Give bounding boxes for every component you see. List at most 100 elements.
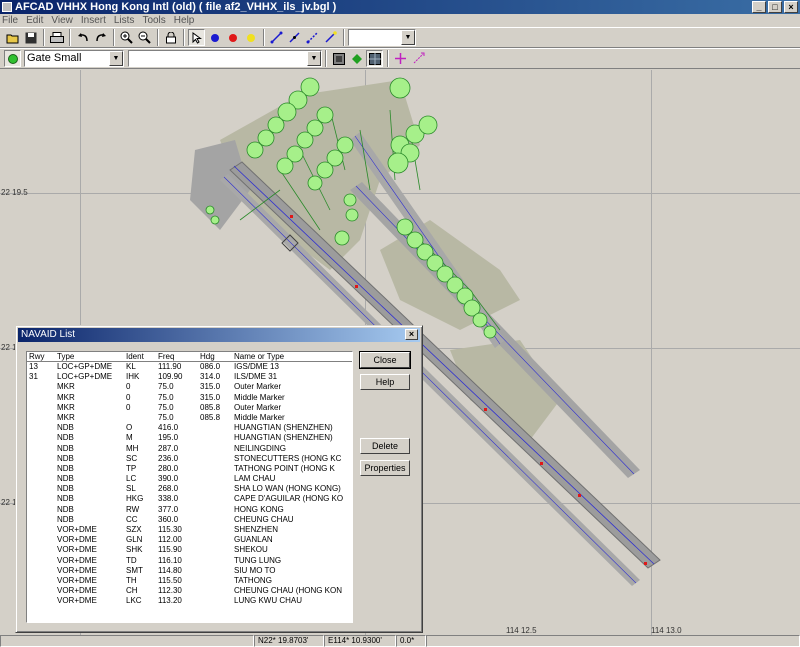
list-item[interactable]: 13 LOC+GP+DME KL 111.90 086.0 IGS/DME 13 [27, 362, 352, 372]
red-node-icon[interactable] [224, 29, 241, 46]
col-ident[interactable]: Ident [126, 352, 158, 361]
menu-file[interactable]: File [2, 15, 18, 26]
save-icon[interactable] [22, 29, 39, 46]
list-item[interactable]: NDB SL 268.0 SHA LO WAN (HONG KONG) [27, 484, 352, 494]
list-cell [200, 596, 234, 606]
object-type-combo[interactable]: Gate Small ▼ [24, 50, 124, 67]
zoom-out-icon[interactable] [136, 29, 153, 46]
list-cell [27, 576, 57, 586]
list-item[interactable]: VOR+DME SMT 114.80 SIU MO TO [27, 566, 352, 576]
menu-insert[interactable]: Insert [81, 15, 106, 26]
link-path-icon[interactable] [286, 29, 303, 46]
help-button[interactable]: Help [360, 374, 410, 390]
navaid-listbox[interactable]: Rwy Type Ident Freq Hdg Name or Type 13 L… [26, 351, 353, 623]
redo-icon[interactable] [92, 29, 109, 46]
list-item[interactable]: 31 LOC+GP+DME IHK 109.90 314.0 ILS/DME 31 [27, 372, 352, 382]
yellow-node-icon[interactable] [242, 29, 259, 46]
list-cell [200, 474, 234, 484]
open-icon[interactable] [4, 29, 21, 46]
list-item[interactable]: NDB O 416.0 HUANGTIAN (SHENZHEN) [27, 423, 352, 433]
list-item[interactable]: NDB SC 236.0 STONECUTTERS (HONG KC [27, 454, 352, 464]
list-cell: 287.0 [158, 443, 179, 453]
toolbar-combo[interactable]: ▼ [348, 29, 416, 46]
list-cell: M [126, 433, 133, 443]
menu-view[interactable]: View [51, 15, 73, 26]
lock-icon[interactable] [162, 29, 179, 46]
menu-lists[interactable]: Lists [114, 15, 135, 26]
green-diamond-icon[interactable] [348, 50, 365, 67]
list-cell: SMT [126, 565, 143, 575]
select-arrow-icon[interactable] [188, 29, 205, 46]
list-item[interactable]: NDB LC 390.0 LAM CHAU [27, 474, 352, 484]
list-item[interactable]: VOR+DME TD 116.10 TUNG LUNG [27, 556, 352, 566]
print-icon[interactable] [48, 29, 65, 46]
link-dashed-icon[interactable] [304, 29, 321, 46]
texture-icon[interactable] [366, 50, 383, 67]
list-cell: 315.0 [200, 382, 221, 392]
undo-icon[interactable] [74, 29, 91, 46]
maximize-button[interactable]: □ [768, 1, 782, 13]
grid-square-icon[interactable] [330, 50, 347, 67]
list-cell: 75.0 [158, 382, 174, 392]
list-cell: CHEUNG CHAU (HONG KON [234, 586, 343, 596]
list-cell: SHA LO WAN (HONG KONG) [234, 484, 341, 494]
close-button[interactable]: Close [359, 351, 411, 369]
list-item[interactable]: VOR+DME SHK 115.90 SHEKOU [27, 545, 352, 555]
list-cell: MKR [57, 392, 75, 402]
crosshair-icon[interactable] [392, 50, 409, 67]
list-item[interactable]: NDB TP 280.0 TATHONG POINT (HONG K [27, 464, 352, 474]
list-cell: HKG [126, 494, 144, 504]
menu-edit[interactable]: Edit [26, 15, 43, 26]
list-cell: 116.10 [158, 555, 182, 565]
link-blue-icon[interactable] [268, 29, 285, 46]
dialog-close-icon[interactable]: × [405, 329, 418, 340]
list-cell: 085.8 [200, 412, 221, 422]
col-name[interactable]: Name or Type [234, 352, 349, 361]
list-item[interactable]: VOR+DME CH 112.30 CHEUNG CHAU (HONG KON [27, 586, 352, 596]
col-type[interactable]: Type [57, 352, 126, 361]
menu-tools[interactable]: Tools [142, 15, 165, 26]
list-cell: SC [126, 453, 138, 463]
minimize-button[interactable]: _ [752, 1, 766, 13]
link-yellow-icon[interactable] [322, 29, 339, 46]
list-item[interactable]: VOR+DME TH 115.50 TATHONG [27, 576, 352, 586]
zoom-in-icon[interactable] [118, 29, 135, 46]
list-item[interactable]: NDB HKG 338.0 CAPE D'AGUILAR (HONG KO [27, 494, 352, 504]
list-cell: 085.8 [200, 402, 221, 412]
col-rwy[interactable]: Rwy [27, 352, 57, 361]
list-cell [27, 556, 57, 566]
list-cell: VOR+DME [57, 525, 97, 534]
list-cell: 0 [126, 402, 131, 412]
list-item[interactable]: NDB CC 360.0 CHEUNG CHAU [27, 515, 352, 525]
list-item[interactable]: VOR+DME GLN 112.00 GUANLAN [27, 535, 352, 545]
col-freq[interactable]: Freq [158, 352, 200, 361]
list-item[interactable]: VOR+DME LKC 113.20 LUNG KWU CHAU [27, 596, 352, 606]
blue-node-icon[interactable] [206, 29, 223, 46]
list-item[interactable]: VOR+DME SZX 115.30 SHENZHEN [27, 525, 352, 535]
menu-help[interactable]: Help [174, 15, 195, 26]
close-window-button[interactable]: × [784, 1, 798, 13]
list-cell: 390.0 [158, 474, 179, 484]
list-cell [27, 596, 57, 606]
list-item[interactable]: MKR 0 75.0 085.8 Outer Marker [27, 403, 352, 413]
secondary-combo[interactable]: ▼ [128, 50, 322, 67]
list-cell: Middle Marker [234, 412, 285, 422]
list-item[interactable]: NDB MH 287.0 NEILINGDING [27, 444, 352, 454]
list-cell [200, 505, 234, 515]
list-item[interactable]: MKR 0 75.0 315.0 Middle Marker [27, 393, 352, 403]
properties-button[interactable]: Properties [360, 460, 410, 476]
delete-button[interactable]: Delete [360, 438, 410, 454]
col-hdg[interactable]: Hdg [200, 352, 234, 361]
list-item[interactable]: MKR 0 75.0 315.0 Outer Marker [27, 382, 352, 392]
list-cell: 195.0 [158, 433, 179, 443]
status-lat: N22* 19.8703' [254, 635, 324, 647]
list-item[interactable]: NDB M 195.0 HUANGTIAN (SHENZHEN) [27, 433, 352, 443]
list-item[interactable]: MKR 75.0 085.8 Middle Marker [27, 413, 352, 423]
measure-icon[interactable] [410, 50, 427, 67]
list-item[interactable]: NDB RW 377.0 HONG KONG [27, 505, 352, 515]
list-cell [27, 433, 57, 443]
list-cell: 112.30 [158, 586, 182, 596]
list-cell: LKC [126, 596, 142, 606]
list-cell [27, 494, 57, 504]
green-gate-icon[interactable] [4, 50, 21, 67]
